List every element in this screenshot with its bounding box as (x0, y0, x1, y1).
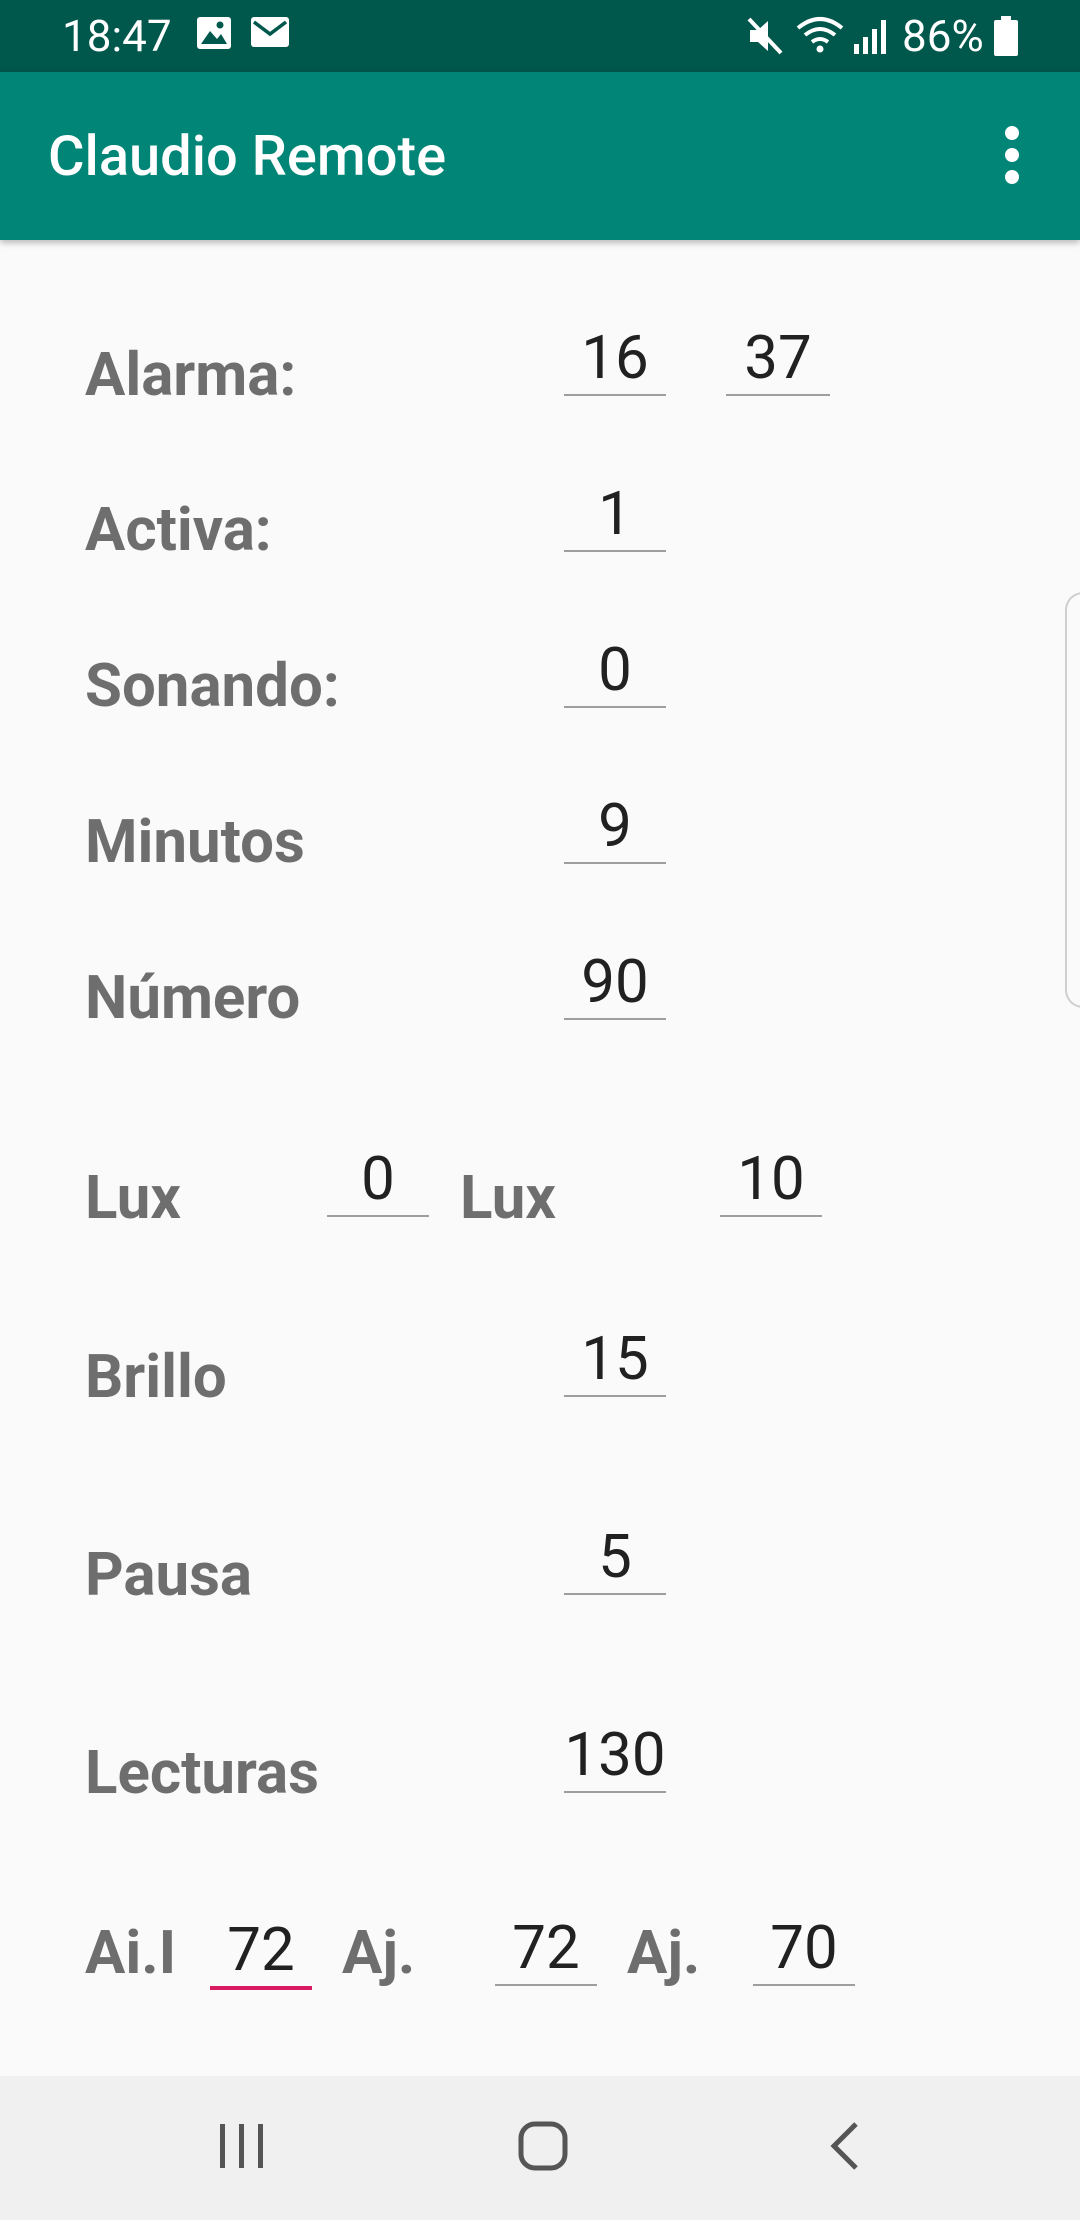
app-title: Claudio Remote (48, 123, 447, 189)
aj2-input[interactable]: 70 (753, 1912, 855, 1986)
sonando-label: Sonando: (85, 650, 340, 721)
mute-icon (747, 17, 783, 55)
more-vert-icon[interactable] (995, 124, 1031, 188)
home-icon[interactable] (503, 2112, 583, 2186)
status-bar: 18:47 86% (0, 0, 1080, 72)
navigation-bar (0, 2076, 1080, 2220)
pausa-input[interactable]: 5 (564, 1521, 666, 1595)
lecturas-label: Lecturas (85, 1737, 319, 1808)
alarma-minute-input[interactable]: 37 (726, 322, 830, 396)
signal-icon (854, 20, 886, 54)
aj1-input[interactable]: 72 (495, 1912, 597, 1986)
aj1-label: Aj. (342, 1917, 416, 1988)
activa-label: Activa: (85, 494, 272, 565)
sonando-input[interactable]: 0 (564, 634, 666, 708)
image-icon (197, 17, 231, 49)
pausa-label: Pausa (85, 1539, 252, 1610)
alarma-label: Alarma: (85, 339, 297, 410)
battery-icon (994, 16, 1018, 56)
lux-max-input[interactable]: 10 (720, 1143, 822, 1217)
ai-input[interactable]: 72 (210, 1914, 312, 1990)
lux-min-label: Lux (85, 1162, 181, 1233)
wifi-icon (796, 17, 844, 53)
recent-apps-icon[interactable] (202, 2112, 282, 2186)
numero-label: Número (85, 962, 301, 1033)
brillo-input[interactable]: 15 (564, 1323, 666, 1397)
minutos-label: Minutos (85, 806, 305, 877)
lux-max-label: Lux (460, 1162, 556, 1233)
battery-percentage: 86% (902, 10, 984, 62)
app-bar: Claudio Remote (0, 72, 1080, 240)
lux-min-input[interactable]: 0 (327, 1143, 429, 1217)
status-time: 18:47 (62, 10, 172, 62)
mail-icon (251, 17, 289, 47)
ai-label: Ai.I (85, 1917, 177, 1988)
alarma-hour-input[interactable]: 16 (564, 322, 666, 396)
aj2-label: Aj. (627, 1917, 701, 1988)
edge-panel-handle[interactable] (1065, 592, 1080, 1008)
back-icon[interactable] (806, 2112, 886, 2186)
minutos-input[interactable]: 9 (564, 790, 666, 864)
brillo-label: Brillo (85, 1341, 227, 1412)
lecturas-input[interactable]: 130 (564, 1719, 666, 1793)
activa-input[interactable]: 1 (564, 478, 666, 552)
numero-input[interactable]: 90 (564, 946, 666, 1020)
